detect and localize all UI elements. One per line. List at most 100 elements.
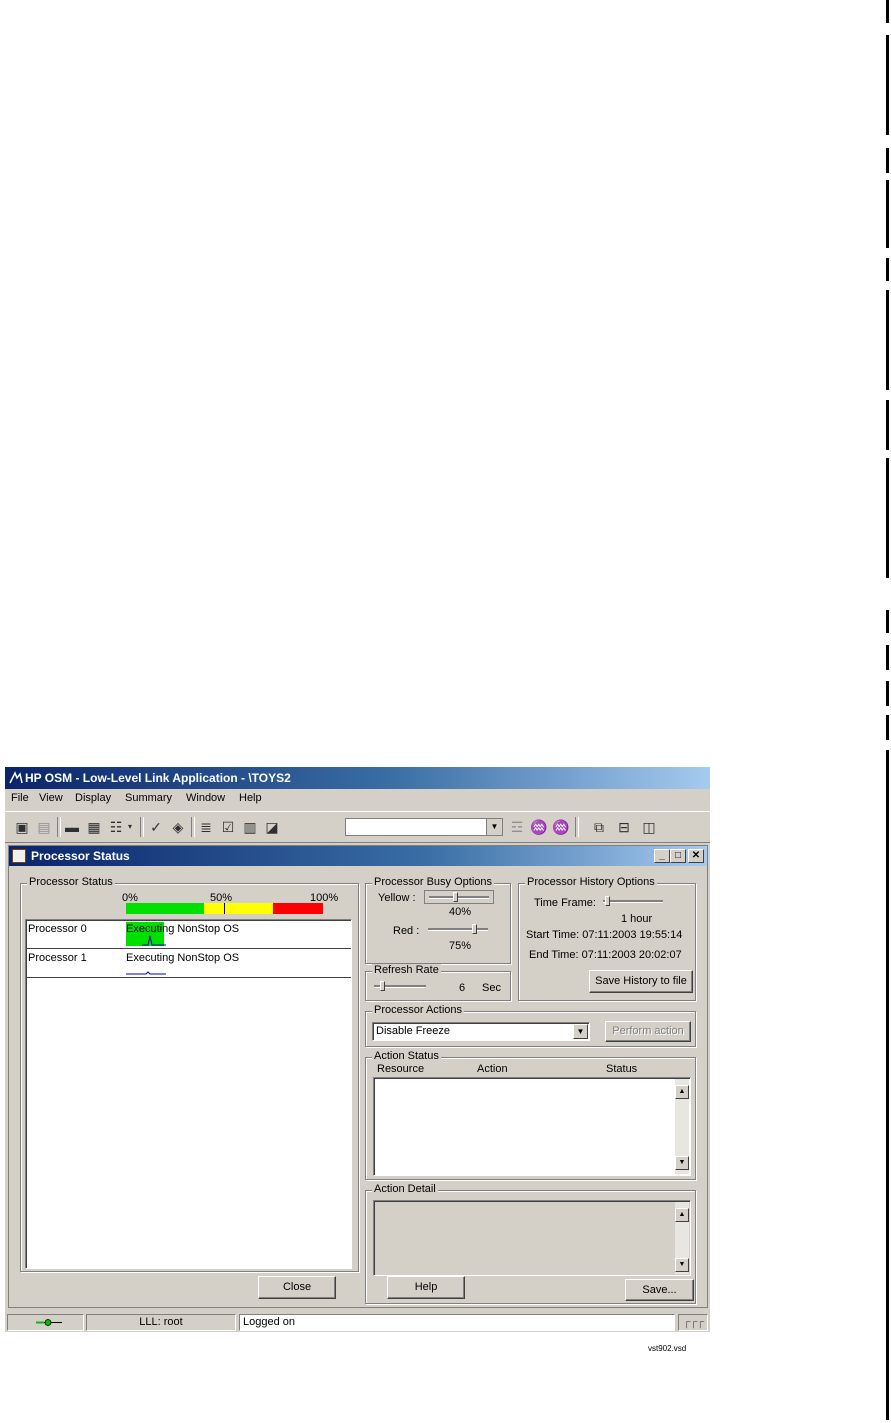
- nodes-icon[interactable]: ♒: [530, 818, 548, 836]
- column-header-status: Status: [606, 1063, 638, 1075]
- child-title: Processor Status: [31, 849, 130, 863]
- slider-track: [428, 928, 488, 931]
- save-history-button[interactable]: Save History to file: [589, 970, 693, 993]
- group-label: Processor Busy Options: [372, 876, 494, 888]
- margin-bar: [886, 258, 889, 281]
- checkbox-icon[interactable]: ☑: [219, 818, 237, 836]
- menu-file[interactable]: File: [11, 792, 29, 804]
- red-label: Red :: [393, 925, 420, 937]
- dropdown-arrow-icon[interactable]: ▾: [125, 818, 135, 836]
- margin-bar: [886, 180, 889, 248]
- scroll-up-button[interactable]: ▲: [675, 1085, 689, 1099]
- menu-window[interactable]: Window: [186, 792, 225, 804]
- hp-logo-icon: [9, 771, 23, 784]
- link-icon[interactable]: ♒: [552, 818, 570, 836]
- close-button[interactable]: Close: [258, 1276, 336, 1299]
- paste-icon[interactable]: ▤: [35, 818, 53, 836]
- refresh-unit: Sec: [482, 982, 501, 994]
- time-frame-slider[interactable]: [603, 895, 665, 909]
- menu-display[interactable]: Display: [75, 792, 111, 804]
- copy-icon[interactable]: ▣: [13, 818, 31, 836]
- busy-options-group: Processor Busy Options Yellow : 40% Red …: [365, 876, 511, 964]
- tile-vertical-icon[interactable]: ◫: [640, 818, 658, 836]
- menu-view[interactable]: View: [39, 792, 63, 804]
- toolbar-combo[interactable]: ▼: [345, 818, 503, 836]
- processor-status-window: Processor Status _ □ ✕ Processor Status …: [8, 845, 708, 1308]
- scale-yellow: [204, 903, 273, 914]
- red-slider[interactable]: [428, 923, 490, 937]
- processor-name: Processor 1: [28, 952, 87, 964]
- status-message: Logged on: [243, 1316, 295, 1328]
- chevron-down-icon[interactable]: ▼: [573, 1024, 588, 1039]
- menu-summary[interactable]: Summary: [125, 792, 172, 804]
- slider-thumb[interactable]: [380, 981, 385, 991]
- refresh-slider[interactable]: [374, 980, 428, 994]
- perform-action-button[interactable]: Perform action: [605, 1021, 691, 1042]
- resize-grip[interactable]: ┌┌┌: [678, 1314, 708, 1331]
- network-icon[interactable]: ☲: [508, 818, 526, 836]
- scale-marker: [224, 903, 225, 914]
- cascade-icon[interactable]: ⧉: [590, 818, 608, 836]
- close-window-button[interactable]: ✕: [688, 849, 704, 863]
- group-label: Refresh Rate: [372, 964, 441, 976]
- margin-bar: [886, 400, 889, 450]
- yellow-value: 40%: [449, 906, 472, 918]
- slider-thumb[interactable]: [472, 924, 477, 934]
- scrollbar[interactable]: ▲ ▼: [675, 1202, 689, 1274]
- toolbar-separator: [140, 817, 144, 837]
- column-header-resource: Resource: [377, 1063, 425, 1075]
- grid-icon[interactable]: ▦: [85, 818, 103, 836]
- menu-help[interactable]: Help: [239, 792, 262, 804]
- user-panel: LLL: root: [86, 1314, 236, 1331]
- maximize-button[interactable]: □: [670, 849, 686, 863]
- processor-actions-group: Processor Actions Disable Freeze ▼ Perfo…: [365, 1004, 696, 1047]
- action-status-group: Action Status Resource Action Status ▲ ▼: [365, 1050, 696, 1180]
- bar-chart-icon[interactable]: ≣: [197, 818, 215, 836]
- window-icon[interactable]: ▬: [63, 818, 81, 836]
- processor-status-group: Processor Status 0% 50% 100% Processor 0: [20, 876, 359, 1272]
- list-item[interactable]: Processor 1 Executing NonStop OS: [26, 949, 351, 978]
- action-detail-box[interactable]: ▲ ▼: [373, 1200, 691, 1276]
- action-select-value: Disable Freeze: [376, 1025, 450, 1037]
- minimize-button[interactable]: _: [654, 849, 670, 863]
- help-button[interactable]: Help: [387, 1276, 465, 1299]
- diamond-icon[interactable]: ◈: [169, 818, 187, 836]
- list-icon[interactable]: ☷: [107, 818, 125, 836]
- action-status-list[interactable]: ▲ ▼: [373, 1077, 691, 1176]
- margin-bar: [886, 715, 889, 740]
- check-doc-icon[interactable]: ✓: [147, 818, 165, 836]
- slider-thumb[interactable]: [605, 896, 610, 906]
- margin-bar: [886, 148, 889, 173]
- list-item[interactable]: Processor 0 Executing NonStop OS: [26, 920, 351, 949]
- group-label: Action Detail: [372, 1183, 438, 1195]
- margin-bar: [886, 35, 889, 135]
- tile-horizontal-icon[interactable]: ⊟: [615, 818, 633, 836]
- margin-bar: [886, 290, 889, 390]
- app-title-bar[interactable]: HP OSM - Low-Level Link Application - \T…: [5, 767, 710, 789]
- action-select[interactable]: Disable Freeze ▼: [372, 1022, 590, 1041]
- scrollbar[interactable]: ▲ ▼: [675, 1079, 689, 1174]
- scale-green: [126, 903, 204, 914]
- save-detail-button[interactable]: Save...: [625, 1279, 694, 1301]
- menu-bar: File View Display Summary Window Help: [5, 789, 710, 809]
- document-icon[interactable]: ▥: [241, 818, 259, 836]
- time-frame-label: Time Frame:: [534, 897, 596, 909]
- scroll-up-button[interactable]: ▲: [675, 1208, 689, 1222]
- refresh-rate-group: Refresh Rate 6 Sec: [365, 964, 511, 1001]
- graph-icon[interactable]: ◪: [263, 818, 281, 836]
- scroll-down-button[interactable]: ▼: [675, 1156, 689, 1170]
- status-bar: LLL: root Logged on ┌┌┌: [5, 1312, 710, 1332]
- toolbar: ▣ ▤ ▬ ▦ ☷ ▾ ✓ ◈ ≣ ☑ ▥ ◪ ▼ ☲ ♒ ♒ ⧉ ⊟ ◫: [5, 811, 710, 843]
- status-user: LLL: root: [139, 1316, 183, 1328]
- chevron-down-icon[interactable]: ▼: [486, 819, 502, 835]
- slider-thumb[interactable]: [453, 892, 458, 902]
- toolbar-separator: [57, 817, 61, 837]
- scroll-down-button[interactable]: ▼: [675, 1258, 689, 1272]
- child-title-bar[interactable]: Processor Status _ □ ✕: [9, 846, 707, 866]
- app-title: HP OSM - Low-Level Link Application - \T…: [25, 771, 291, 785]
- refresh-value: 6: [459, 982, 466, 994]
- connection-icon: [36, 1319, 62, 1326]
- yellow-slider[interactable]: [424, 890, 494, 904]
- yellow-label: Yellow :: [378, 892, 416, 904]
- processor-list[interactable]: Processor 0 Executing NonStop OS Process…: [25, 919, 352, 1269]
